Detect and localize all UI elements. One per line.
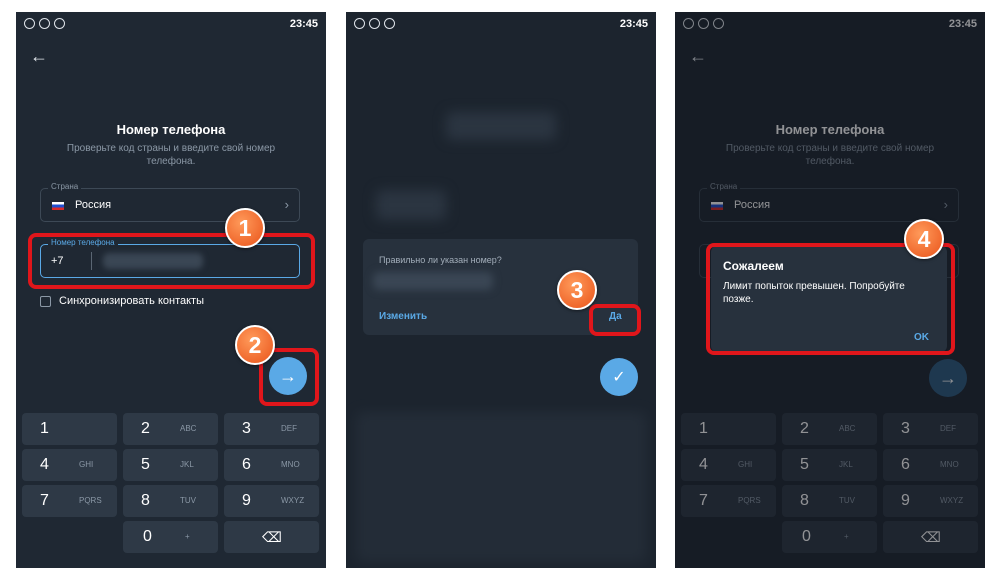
step-badge-3: 3 (557, 270, 597, 310)
checkbox-icon (40, 295, 51, 307)
screen-phone-entry: 23:45 ← Номер телефона Проверьте код стр… (16, 12, 326, 568)
country-value: Россия (75, 199, 112, 211)
edit-button[interactable]: Изменить (379, 311, 427, 322)
key-digit: 4 (40, 456, 49, 473)
key-digit: 5 (141, 456, 150, 473)
viber-icon (369, 18, 380, 29)
sync-contacts-checkbox[interactable]: Синхронизировать контакты (40, 295, 204, 307)
highlight-phone-field (28, 233, 315, 289)
key-0[interactable]: 0 + (123, 521, 218, 553)
key-digit: 7 (40, 492, 49, 509)
done-button[interactable]: ✓ (600, 358, 638, 396)
blurred-phone-number (373, 272, 493, 290)
russia-flag-icon (52, 202, 64, 210)
key-digit: 8 (141, 492, 150, 509)
highlight-error-dialog (706, 243, 955, 355)
page-subtitle: Проверьте код страны и введите свой номе… (66, 143, 276, 167)
chevron-right-icon: › (284, 197, 289, 212)
key-digit: 3 (242, 420, 251, 437)
key-letters: ABC (180, 424, 197, 433)
step-badge-4: 4 (904, 219, 944, 259)
key-8[interactable]: 8 TUV (123, 485, 218, 517)
notification-icons (354, 18, 395, 29)
status-time: 23:45 (619, 18, 648, 30)
key-letters: JKL (180, 460, 194, 469)
screen-confirm-number: 23:45 Правильно ли указан номер? Изменит… (346, 12, 656, 568)
whatsapp-icon (354, 18, 365, 29)
key-letters: GHI (79, 460, 94, 469)
step-badge-1: 1 (225, 208, 265, 248)
whatsapp-icon (24, 18, 35, 29)
key-9[interactable]: 9 WXYZ (224, 485, 319, 517)
page-title: Номер телефона (116, 122, 226, 137)
confirm-question: Правильно ли указан номер? (379, 255, 502, 265)
country-label: Страна (48, 182, 82, 191)
key-letters: DEF (281, 424, 297, 433)
key-letters: + (185, 532, 190, 541)
backspace-key[interactable]: ⌫ (224, 521, 319, 553)
key-letters: PQRS (79, 496, 102, 505)
highlight-confirm-button (589, 304, 641, 336)
key-digit: 2 (141, 420, 150, 437)
status-bar: 23:45 (346, 12, 656, 36)
step-badge-2: 2 (235, 325, 275, 365)
app-icon (384, 18, 395, 29)
keypad-spacer (22, 521, 117, 553)
blurred-shape (356, 412, 646, 562)
app-icon (54, 18, 65, 29)
key-4[interactable]: 4 GHI (22, 449, 117, 481)
key-1[interactable]: 1 (22, 413, 117, 445)
viber-icon (39, 18, 50, 29)
key-digit: 9 (242, 492, 251, 509)
key-digit: 1 (40, 420, 49, 437)
key-6[interactable]: 6 MNO (224, 449, 319, 481)
status-time: 23:45 (289, 18, 318, 30)
back-arrow-icon[interactable]: ← (30, 46, 48, 67)
sync-contacts-label: Синхронизировать контакты (59, 295, 205, 307)
key-5[interactable]: 5 JKL (123, 449, 218, 481)
numeric-keypad: 1 2 ABC 3 DEF 4 GHI 5 JKL 6 MNO 7 PQRS 8 TUV 9 W… (22, 413, 320, 553)
key-3[interactable]: 3 DEF (224, 413, 319, 445)
key-letters: MNO (281, 460, 300, 469)
key-digit: 6 (242, 456, 251, 473)
key-letters: WXYZ (281, 496, 305, 505)
key-7[interactable]: 7 PQRS (22, 485, 117, 517)
blurred-shape (446, 112, 556, 140)
backspace-icon: ⌫ (262, 529, 282, 545)
key-letters: TUV (180, 496, 196, 505)
key-digit: 0 (143, 528, 152, 545)
check-icon: ✓ (612, 369, 626, 386)
status-bar: 23:45 (16, 12, 326, 36)
key-2[interactable]: 2 ABC (123, 413, 218, 445)
notification-icons (24, 18, 65, 29)
blurred-shape (376, 190, 446, 220)
